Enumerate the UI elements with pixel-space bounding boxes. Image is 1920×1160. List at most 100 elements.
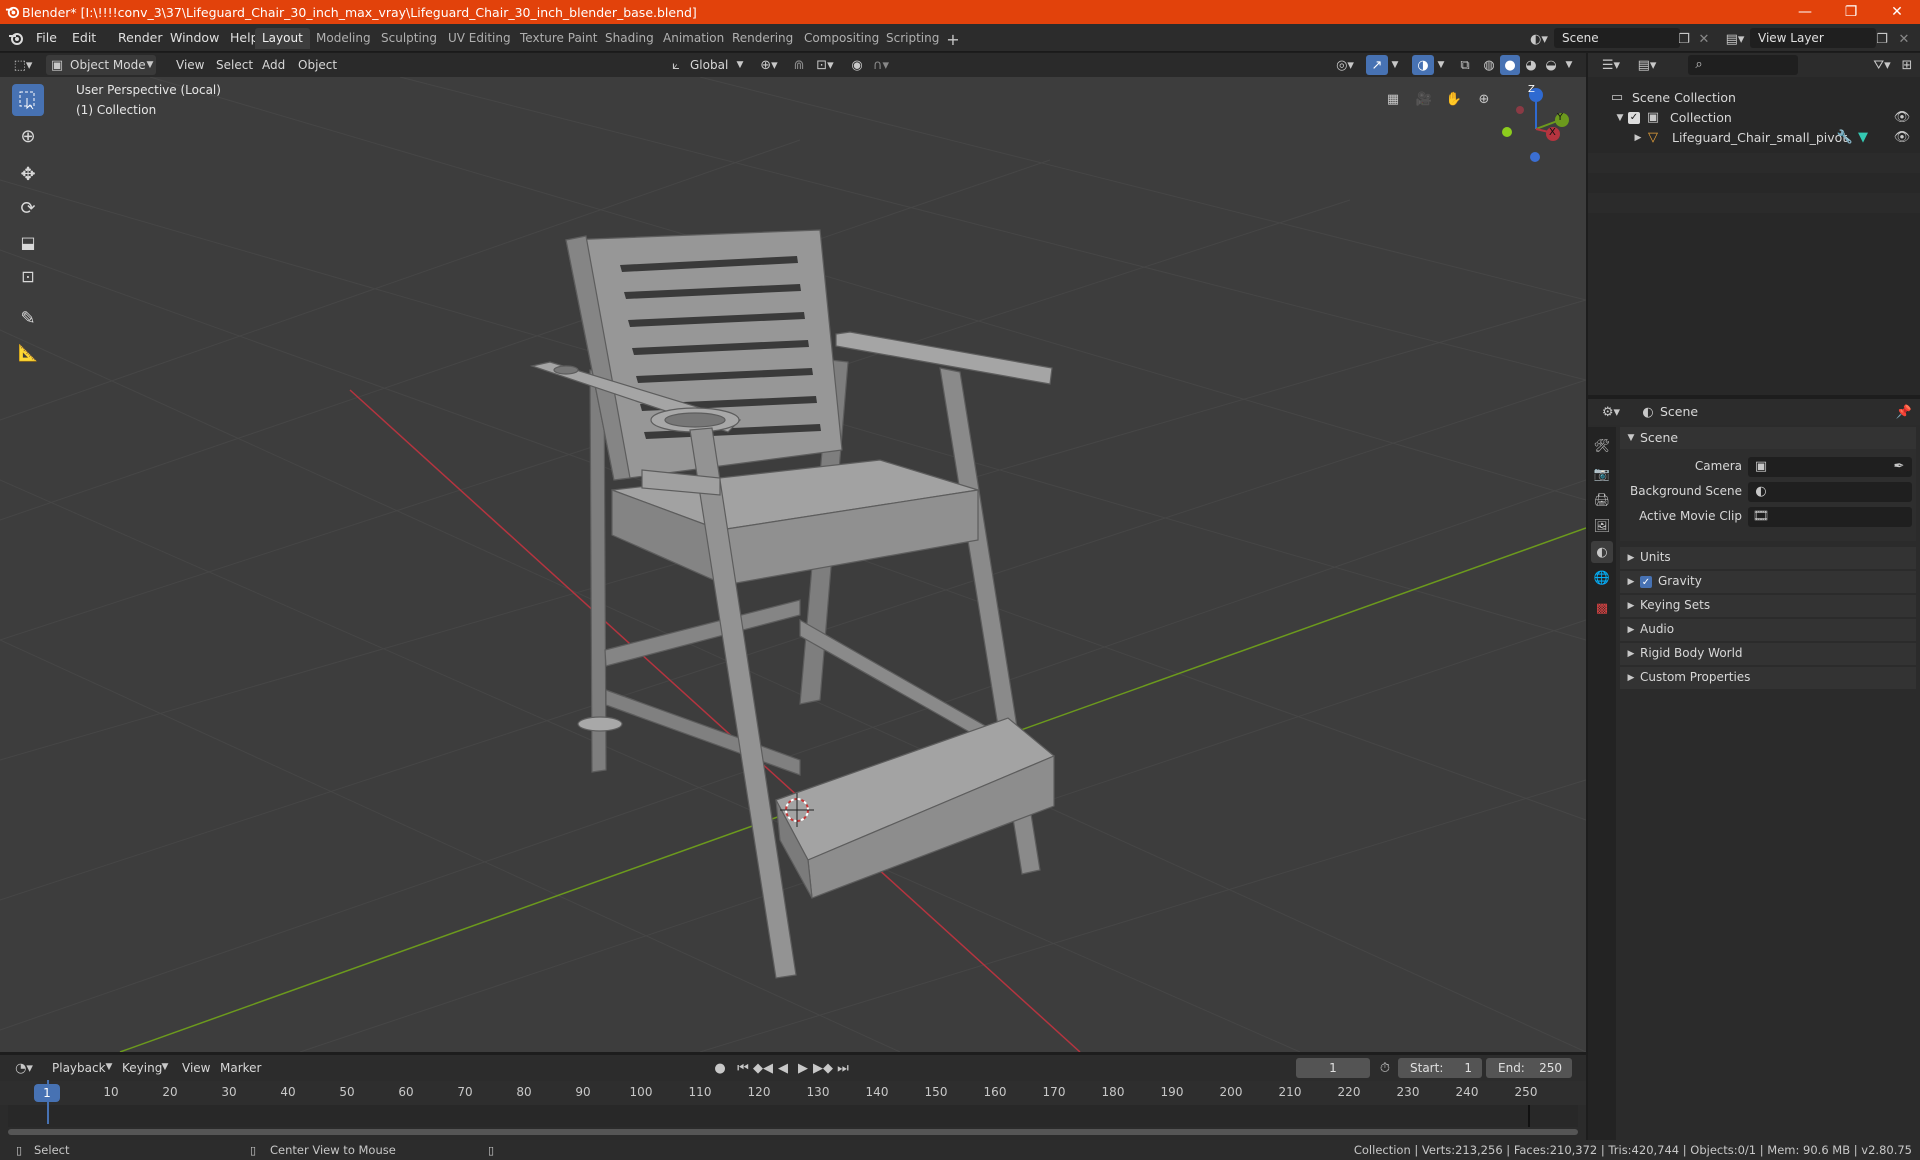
camera-view-icon[interactable]: 🎥 [1413, 88, 1435, 110]
render-tab-icon[interactable]: 📷 [1593, 465, 1611, 483]
menu-file[interactable]: File [30, 29, 63, 47]
jump-start-icon[interactable]: ⏮ [734, 1058, 752, 1078]
timeline-tracks[interactable] [8, 1105, 1578, 1127]
3d-viewport[interactable]: User Perspective (Local) (1) Collection … [0, 77, 1586, 1052]
scene-tab-icon[interactable]: ◐ [1591, 541, 1613, 563]
tab-shading[interactable]: Shading [598, 28, 661, 49]
tab-scripting[interactable]: Scripting [879, 28, 946, 49]
editor-type-icon[interactable]: ⬚▾ [10, 56, 36, 74]
marker-menu[interactable]: Marker [214, 1058, 267, 1078]
tab-modeling[interactable]: Modeling [309, 28, 378, 49]
outliner-search-input[interactable]: ⌕ [1688, 55, 1798, 75]
tab-texture-paint[interactable]: Texture Paint [513, 28, 604, 49]
new-view-layer-icon[interactable]: ❐ [1874, 30, 1890, 48]
playback-menu[interactable]: Playback [46, 1058, 112, 1078]
collection-checkbox[interactable]: ✓ [1628, 112, 1640, 124]
tab-rendering[interactable]: Rendering [725, 28, 800, 49]
tab-uv-editing[interactable]: UV Editing [441, 28, 518, 49]
zoom-icon[interactable]: ⊕ [1473, 88, 1495, 110]
menu-add[interactable]: Add [256, 55, 291, 75]
add-workspace-icon[interactable]: + [944, 30, 962, 49]
current-frame-field[interactable]: 1 [1296, 1058, 1370, 1078]
timeline-scrollbar[interactable] [8, 1129, 1578, 1135]
expand-arrow-icon[interactable]: ▼ [1614, 111, 1626, 125]
delete-view-layer-icon[interactable]: ✕ [1896, 30, 1912, 48]
prev-keyframe-icon[interactable]: ◆◀ [753, 1058, 773, 1078]
scene-panel-header[interactable]: ▼ Scene [1620, 427, 1916, 449]
tab-layout[interactable]: Layout [255, 28, 310, 49]
new-collection-icon[interactable]: ⊞ [1898, 56, 1916, 74]
view-layer-tab-icon[interactable]: 🖼 [1593, 517, 1611, 535]
chevron-down-icon[interactable]: ▼ [1562, 56, 1576, 74]
camera-field[interactable]: ▣ ✒ [1748, 457, 1912, 477]
maximize-button[interactable]: ❐ [1828, 0, 1874, 24]
audio-panel-header[interactable]: ▶ Audio [1620, 619, 1916, 641]
background-scene-field[interactable]: ◐ [1748, 482, 1912, 502]
playhead-handle[interactable]: 1 [34, 1084, 60, 1102]
keying-sets-panel-header[interactable]: ▶ Keying Sets [1620, 595, 1916, 617]
overlays-toggle-icon[interactable]: ◑ [1412, 55, 1434, 75]
select-box-tool[interactable] [12, 84, 44, 116]
timeline-view-menu[interactable]: View [176, 1058, 216, 1078]
measure-tool[interactable]: 📐 [12, 336, 44, 368]
outliner-row-collection[interactable]: ▼ ✓ ▣ Collection 👁 [1588, 107, 1920, 129]
scale-tool[interactable]: ⬓ [12, 226, 44, 258]
material-shading-icon[interactable]: ◕ [1522, 56, 1540, 74]
tab-sculpting[interactable]: Sculpting [374, 28, 444, 49]
eyedropper-icon[interactable]: ✒ [1892, 459, 1906, 474]
annotate-tool[interactable]: ✎ [12, 302, 44, 334]
active-movie-clip-field[interactable]: 🎞 [1748, 507, 1912, 527]
close-button[interactable]: ✕ [1874, 0, 1920, 24]
gravity-checkbox[interactable]: ✓ [1640, 576, 1652, 588]
solid-shading-icon[interactable]: ● [1500, 55, 1520, 75]
snap-icon[interactable]: ⋒ [790, 56, 808, 74]
scene-selector-icon[interactable]: ◐▾ [1526, 30, 1552, 48]
eye-icon[interactable]: 👁 [1894, 130, 1911, 145]
wireframe-shading-icon[interactable]: ◍ [1480, 56, 1498, 74]
texture-tab-icon[interactable]: ▩ [1593, 599, 1611, 617]
menu-window[interactable]: Window [164, 29, 225, 47]
delete-scene-icon[interactable]: ✕ [1696, 30, 1712, 48]
gravity-panel-header[interactable]: ▶ ✓ Gravity [1620, 571, 1916, 593]
view-layer-field[interactable]: View Layer [1750, 28, 1876, 48]
rigid-body-world-panel-header[interactable]: ▶ Rigid Body World [1620, 643, 1916, 665]
gizmo-toggle-icon[interactable]: ↗ [1366, 55, 1388, 75]
minimize-button[interactable]: — [1782, 0, 1828, 24]
start-frame-field[interactable]: Start: 1 [1398, 1058, 1482, 1078]
new-scene-icon[interactable]: ❐ [1676, 30, 1692, 48]
custom-properties-panel-header[interactable]: ▶ Custom Properties [1620, 667, 1916, 689]
chevron-down-icon[interactable]: ▼ [1434, 56, 1448, 74]
snap-target-icon[interactable]: ⊡▾ [810, 56, 840, 74]
display-mode-icon[interactable]: ▤▾ [1634, 56, 1660, 74]
chevron-down-icon[interactable]: ▼ [1388, 56, 1402, 74]
menu-object[interactable]: Object [292, 55, 343, 75]
editor-type-icon[interactable]: ☰▾ [1598, 56, 1624, 74]
editor-type-icon[interactable]: ◔▾ [10, 1059, 38, 1077]
world-tab-icon[interactable]: 🌐 [1593, 569, 1611, 587]
view-layer-icon[interactable]: ▤▾ [1722, 30, 1748, 48]
next-keyframe-icon[interactable]: ▶◆ [813, 1058, 833, 1078]
proportional-falloff-icon[interactable]: ∩▾ [866, 56, 896, 74]
record-icon[interactable]: ● [710, 1058, 730, 1078]
outliner-row-object[interactable]: ▶ ▽ Lifeguard_Chair_small_pivot 🔧 ▼ 👁 [1588, 127, 1920, 149]
filter-icon[interactable]: ⛛▾ [1868, 56, 1896, 74]
menu-select[interactable]: Select [210, 55, 259, 75]
stopwatch-icon[interactable]: ⏱ [1376, 1059, 1394, 1077]
pin-icon[interactable]: 📌 [1896, 403, 1912, 421]
outliner-row-scene-collection[interactable]: ▭ Scene Collection [1588, 87, 1920, 109]
visibility-icon[interactable]: ◎▾ [1330, 56, 1360, 74]
grid-view-icon[interactable]: ▦ [1382, 88, 1404, 110]
menu-render[interactable]: Render [112, 29, 169, 47]
move-tool[interactable]: ✥ [12, 158, 44, 190]
pivot-point-icon[interactable]: ⊕▾ [756, 56, 782, 74]
tool-tab-icon[interactable]: 🛠 [1593, 437, 1611, 455]
output-tab-icon[interactable]: 🖨 [1593, 491, 1611, 509]
menu-view[interactable]: View [170, 55, 210, 75]
scene-field[interactable]: Scene [1554, 28, 1680, 48]
cursor-tool[interactable]: ⊕ [12, 120, 44, 152]
tab-compositing[interactable]: Compositing [797, 28, 886, 49]
play-icon[interactable]: ▶ [794, 1058, 812, 1078]
rotate-tool[interactable]: ⟳ [12, 192, 44, 224]
modifier-wrench-icon[interactable]: 🔧 [1837, 130, 1853, 145]
pan-hand-icon[interactable]: ✋ [1443, 88, 1465, 110]
